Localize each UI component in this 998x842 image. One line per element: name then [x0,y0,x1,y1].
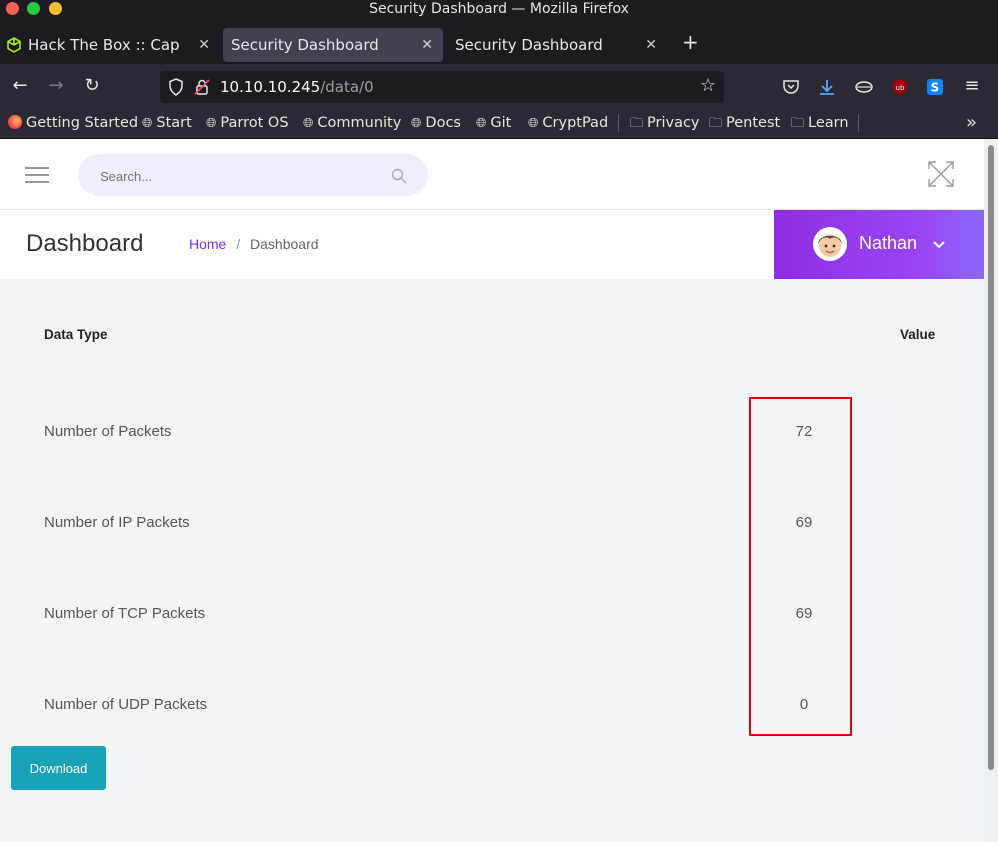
bookmark-docs[interactable]: 🌐︎ Docs [411,112,461,134]
bookmark-parrot-os[interactable]: 🌐︎ Parrot OS [206,112,289,134]
close-tab-icon[interactable]: ✕ [645,28,657,62]
user-name: Nathan [859,233,918,253]
close-tab-icon[interactable]: ✕ [198,28,210,62]
close-window-button[interactable] [6,2,19,15]
firefox-icon [8,115,22,129]
globe-icon: 🌐︎ [411,116,422,131]
row-label: Number of UDP Packets [44,696,208,713]
window-titlebar: Security Dashboard — Mozilla Firefox [0,0,998,18]
tab-hack-the-box[interactable]: Hack The Box :: Cap ✕ [0,28,220,62]
back-button[interactable]: ← [8,74,32,98]
tab-bar: Hack The Box :: Cap ✕ Security Dashboard… [0,18,998,64]
ublock-origin-icon[interactable]: ub [891,78,909,96]
folder-icon: 🗀 [709,116,723,131]
bookmark-label: Privacy [647,115,700,131]
minimize-window-button[interactable] [49,2,62,15]
folder-icon: 🗀 [791,116,805,131]
breadcrumb-current: Dashboard [250,236,319,252]
fullscreen-icon[interactable] [928,161,954,187]
svg-text:ub: ub [896,84,905,92]
s-extension-icon[interactable]: S [926,78,944,96]
breadcrumb-home-link[interactable]: Home [189,236,226,252]
new-tab-button[interactable]: + [682,30,699,54]
extension-icon[interactable] [854,78,874,96]
tab-security-dashboard-active[interactable]: Security Dashboard ✕ [223,28,443,62]
bookmark-label: CryptPad [542,115,609,131]
user-menu[interactable]: Nathan [774,210,984,279]
top-navbar [0,139,984,210]
tab-security-dashboard[interactable]: Security Dashboard ✕ [447,28,667,62]
avatar[interactable] [813,227,847,261]
bookmark-folder-pentest[interactable]: 🗀 Pentest [709,112,780,134]
close-tab-icon[interactable]: ✕ [421,28,433,62]
url-text[interactable]: 10.10.10.245/data/0 [220,71,374,103]
search-input[interactable] [98,164,372,188]
globe-icon: 🌐︎ [528,116,539,131]
bookmark-getting-started[interactable]: Getting Started [8,112,138,134]
bookmark-label: Learn [808,115,849,131]
scrollbar-thumb[interactable] [988,145,994,770]
download-button[interactable]: Download [11,746,106,790]
address-bar[interactable]: 10.10.10.245/data/0 ☆ [160,71,724,103]
url-host: 10.10.10.245 [220,78,321,96]
bookmark-label: Docs [425,115,461,131]
highlight-box [749,397,852,736]
reload-button[interactable]: ↻ [80,74,104,98]
navigation-toolbar: ← → ↻ 10.10.10.245/data/0 ☆ ub S ≡ [0,64,998,108]
globe-icon: 🌐︎ [476,116,487,131]
maximize-window-button[interactable] [27,2,40,15]
tab-label: Security Dashboard [455,36,603,54]
window-title: Security Dashboard — Mozilla Firefox [369,1,629,17]
chevron-down-icon[interactable] [932,240,946,250]
bookmark-start[interactable]: 🌐︎ Start [142,112,192,134]
page-content: Dashboard Home / Dashboard Nathan Data T… [0,139,984,842]
search-icon[interactable] [391,168,407,184]
cube-icon [7,37,21,53]
bookmark-label: Start [156,115,192,131]
row-label: Number of IP Packets [44,514,190,531]
bookmark-separator [858,114,859,132]
bookmark-community[interactable]: 🌐︎ Community [303,112,401,134]
breadcrumb: Home / Dashboard [189,236,319,252]
forward-button[interactable]: → [44,74,68,98]
menu-icon[interactable]: ≡ [960,74,984,98]
page-scrollbar[interactable] [984,139,998,842]
bookmark-folder-learn[interactable]: 🗀 Learn [791,112,849,134]
pocket-icon[interactable] [782,78,800,96]
svg-text:S: S [931,81,940,95]
bookmark-label: Community [317,115,402,131]
breadcrumb-separator: / [236,236,241,252]
tab-label: Security Dashboard [231,36,379,54]
shield-icon[interactable] [168,78,184,96]
bookmark-git[interactable]: 🌐︎ Git [476,112,511,134]
bookmark-label: Pentest [726,115,781,131]
column-header-data-type: Data Type [44,327,108,342]
row-label: Number of Packets [44,423,172,440]
bookmarks-toolbar: Getting Started 🌐︎ Start 🌐︎ Parrot OS 🌐︎ Co… [0,108,998,139]
bookmark-folder-privacy[interactable]: 🗀 Privacy [630,112,700,134]
globe-icon: 🌐︎ [303,116,314,131]
bookmark-cryptpad[interactable]: 🌐︎ CryptPad [528,112,608,134]
bookmark-separator [618,114,619,132]
url-path: /data/0 [320,78,374,96]
bookmark-label: Git [490,115,512,131]
search-box[interactable] [78,154,428,196]
row-label: Number of TCP Packets [44,605,206,622]
globe-icon: 🌐︎ [142,116,153,131]
insecure-lock-icon[interactable] [194,78,210,96]
column-header-value: Value [900,327,936,342]
download-icon[interactable] [818,78,836,96]
globe-icon: 🌐︎ [206,116,217,131]
tab-label: Hack The Box :: Cap [28,36,180,54]
more-bookmarks-chevron-icon[interactable]: » [966,112,977,134]
bookmark-star-icon[interactable]: ☆ [700,75,716,96]
page-header: Dashboard Home / Dashboard Nathan [0,210,984,279]
bookmark-label: Parrot OS [220,115,289,131]
page-title: Dashboard [26,230,144,257]
bookmark-label: Getting Started [26,115,139,131]
folder-icon: 🗀 [630,116,644,131]
hamburger-menu-icon[interactable] [25,166,49,184]
